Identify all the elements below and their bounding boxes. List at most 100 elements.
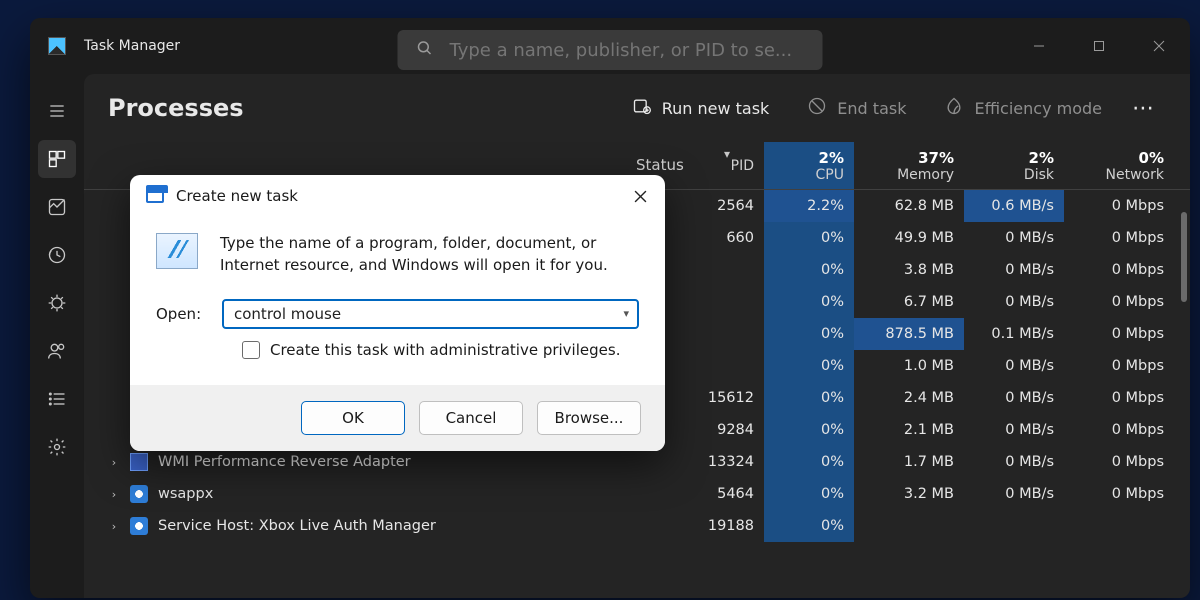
cell-memory: 878.5 MB xyxy=(854,318,964,350)
cell-memory: 2.1 MB xyxy=(854,414,964,446)
cell-memory: 62.8 MB xyxy=(854,190,964,222)
cell-network: 0 Mbps xyxy=(1064,318,1174,350)
cell-network: 0 Mbps xyxy=(1064,190,1174,222)
table-row[interactable]: ›wsappx54640%3.2 MB0 MB/s0 Mbps xyxy=(84,478,1174,510)
cell-memory: 1.7 MB xyxy=(854,446,964,478)
open-combobox[interactable]: ▾ xyxy=(222,299,639,329)
minimize-button[interactable] xyxy=(1016,26,1062,66)
nav-rail xyxy=(30,74,84,598)
close-button[interactable] xyxy=(1136,26,1182,66)
open-input[interactable] xyxy=(232,304,623,324)
cell-disk xyxy=(964,510,1064,542)
run-new-task-button[interactable]: Run new task xyxy=(616,88,786,128)
chevron-down-icon: ▾ xyxy=(724,147,730,161)
cell-cpu: 0% xyxy=(764,350,854,382)
dialog-description: Type the name of a program, folder, docu… xyxy=(220,233,620,277)
efficiency-mode-button[interactable]: Efficiency mode xyxy=(928,88,1118,128)
search-input[interactable] xyxy=(448,39,805,62)
dialog-titlebar: Create new task xyxy=(130,175,665,217)
cell-pid xyxy=(678,286,764,318)
maximize-button[interactable] xyxy=(1076,26,1122,66)
cell-disk: 0 MB/s xyxy=(964,414,1064,446)
more-button[interactable]: ⋯ xyxy=(1124,96,1164,121)
nav-processes[interactable] xyxy=(38,140,76,178)
cell-disk: 0 MB/s xyxy=(964,222,1064,254)
cell-disk: 0 MB/s xyxy=(964,286,1064,318)
gear-icon xyxy=(130,517,148,535)
cell-network xyxy=(1064,510,1174,542)
cell-cpu: 0% xyxy=(764,446,854,478)
run-dialog-icon xyxy=(156,233,198,269)
nav-services[interactable] xyxy=(38,428,76,466)
nav-details[interactable] xyxy=(38,380,76,418)
create-task-dialog: Create new task Type the name of a progr… xyxy=(130,175,665,451)
module-icon xyxy=(130,453,148,471)
nav-menu[interactable] xyxy=(38,92,76,130)
search-box[interactable] xyxy=(398,30,823,70)
dialog-footer: OK Cancel Browse... xyxy=(130,385,665,451)
search-icon xyxy=(416,39,434,61)
nav-users[interactable] xyxy=(38,332,76,370)
cell-cpu: 2.2% xyxy=(764,190,854,222)
page-title: Processes xyxy=(108,94,244,122)
cell-pid: 5464 xyxy=(678,478,764,510)
dialog-close-button[interactable] xyxy=(625,181,655,211)
ok-button[interactable]: OK xyxy=(301,401,405,435)
open-label: Open: xyxy=(156,305,202,323)
efficiency-icon xyxy=(944,96,964,120)
browse-button[interactable]: Browse... xyxy=(537,401,641,435)
toolbar: Processes Run new task End task Efficien… xyxy=(84,74,1190,142)
cell-network: 0 Mbps xyxy=(1064,478,1174,510)
nav-startup[interactable] xyxy=(38,284,76,322)
cell-memory xyxy=(854,510,964,542)
dialog-app-icon xyxy=(146,189,164,203)
nav-performance[interactable] xyxy=(38,188,76,226)
cell-pid: 13324 xyxy=(678,446,764,478)
cell-disk: 0 MB/s xyxy=(964,446,1064,478)
run-task-icon xyxy=(632,96,652,120)
col-memory[interactable]: 37% Memory xyxy=(854,142,964,189)
col-network[interactable]: 0% Network xyxy=(1064,142,1174,189)
task-manager-app-icon xyxy=(48,37,66,55)
cell-pid: 9284 xyxy=(678,414,764,446)
scrollbar[interactable] xyxy=(1181,212,1187,302)
cell-network: 0 Mbps xyxy=(1064,414,1174,446)
col-pid[interactable]: PID xyxy=(678,142,764,189)
nav-history[interactable] xyxy=(38,236,76,274)
cell-cpu: 0% xyxy=(764,318,854,350)
cell-disk: 0 MB/s xyxy=(964,382,1064,414)
table-row[interactable]: › Service Host: Xbox Live Auth Manager 191… xyxy=(84,510,1174,542)
cell-network: 0 Mbps xyxy=(1064,222,1174,254)
cell-network: 0 Mbps xyxy=(1064,446,1174,478)
admin-checkbox[interactable] xyxy=(242,341,260,359)
col-status-label[interactable]: Status xyxy=(636,156,684,174)
col-disk[interactable]: 2% Disk xyxy=(964,142,1064,189)
table-row[interactable]: › WMI Performance Reverse Adapter 133240%1… xyxy=(84,446,1174,478)
cell-pid xyxy=(678,318,764,350)
expand-caret[interactable]: › xyxy=(108,488,120,501)
cell-memory: 3.8 MB xyxy=(854,254,964,286)
cell-cpu: 0% xyxy=(764,414,854,446)
cell-cpu: 0% xyxy=(764,510,854,542)
process-name: WMI Performance Reverse Adapter xyxy=(158,454,411,470)
col-cpu[interactable]: 2% CPU xyxy=(764,142,854,189)
expand-caret[interactable]: › xyxy=(108,520,120,533)
chevron-down-icon[interactable]: ▾ xyxy=(623,307,629,320)
cell-cpu: 0% xyxy=(764,382,854,414)
cell-pid: 2564 xyxy=(678,190,764,222)
cell-memory: 49.9 MB xyxy=(854,222,964,254)
cell-network: 0 Mbps xyxy=(1064,254,1174,286)
cancel-button[interactable]: Cancel xyxy=(419,401,523,435)
cell-pid: 660 xyxy=(678,222,764,254)
cell-cpu: 0% xyxy=(764,286,854,318)
expand-caret[interactable]: › xyxy=(108,456,120,469)
admin-checkbox-label: Create this task with administrative pri… xyxy=(270,341,620,359)
cell-pid: 19188 xyxy=(678,510,764,542)
cell-cpu: 0% xyxy=(764,478,854,510)
process-name: wsappx xyxy=(158,486,213,502)
end-task-button[interactable]: End task xyxy=(791,88,922,128)
titlebar: Task Manager xyxy=(30,18,1190,74)
cell-cpu: 0% xyxy=(764,254,854,286)
process-name: Service Host: Xbox Live Auth Manager xyxy=(158,518,436,534)
cell-memory: 6.7 MB xyxy=(854,286,964,318)
